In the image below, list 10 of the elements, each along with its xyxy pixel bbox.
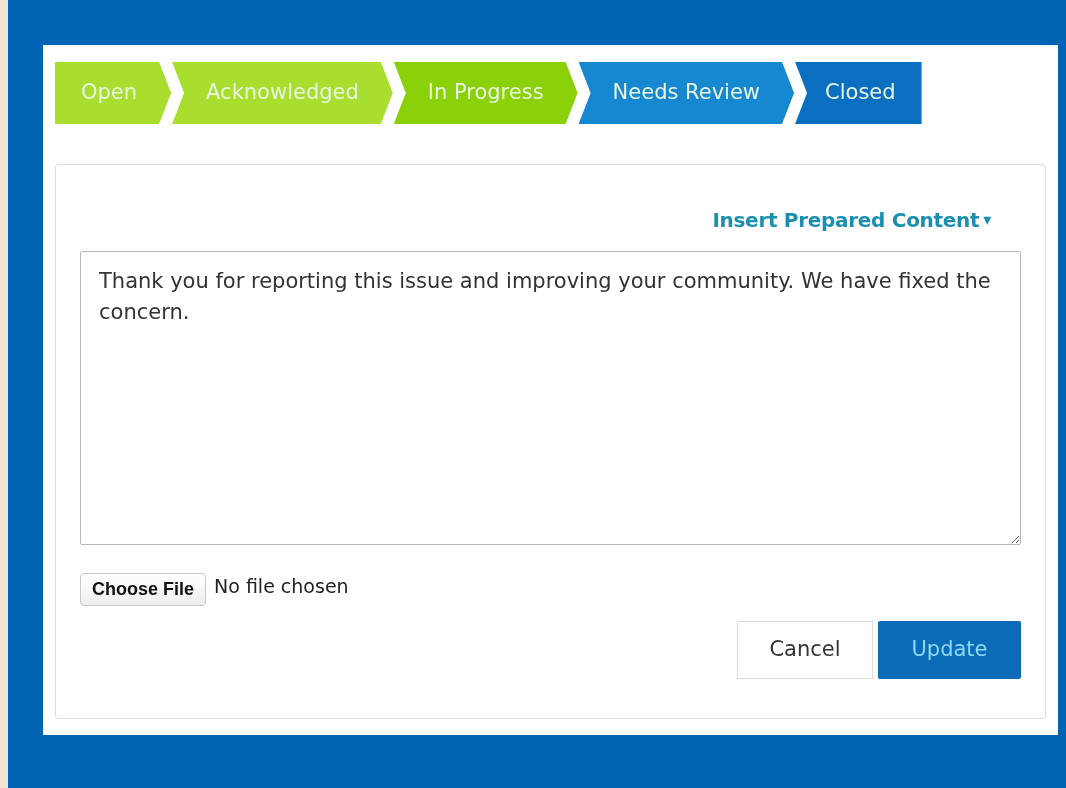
caret-icon: ▾ xyxy=(983,208,991,232)
cancel-button[interactable]: Cancel xyxy=(737,621,873,679)
update-button[interactable]: Update xyxy=(878,621,1021,679)
insert-content-link[interactable]: Insert Prepared Content ▾ xyxy=(712,205,991,235)
link-text: Insert Prepared Content xyxy=(712,207,980,234)
status-step[interactable]: Closed xyxy=(795,62,922,124)
status-step[interactable]: Needs Review xyxy=(578,62,795,124)
response-field[interactable]: Thank you for reporting this issue and improving your community. We have fixed the concern. xyxy=(80,251,1021,545)
choose-file-button[interactable]: Choose File xyxy=(80,573,206,606)
file-status: No file chosen xyxy=(214,574,349,600)
